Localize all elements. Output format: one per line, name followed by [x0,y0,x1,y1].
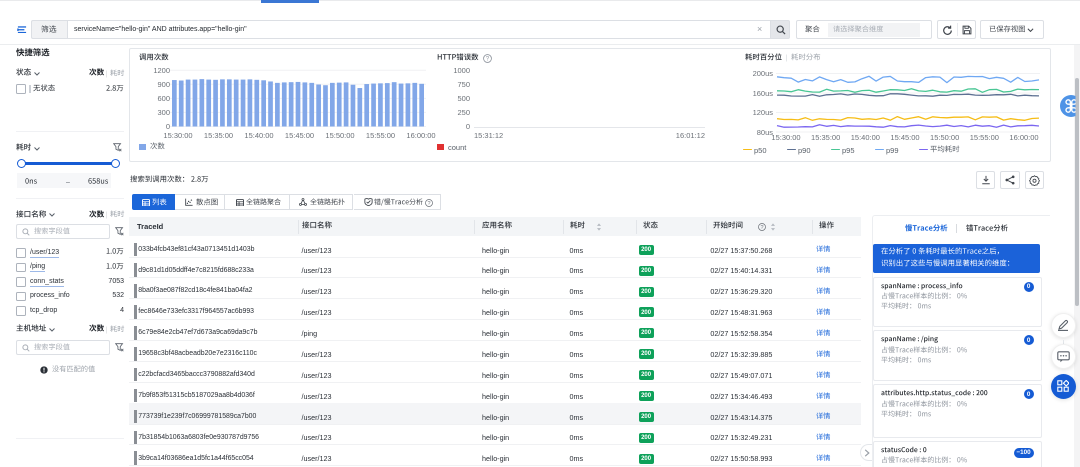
svg-text:?: ? [427,200,430,206]
svg-text:?: ? [760,224,763,230]
svg-text:?: ? [486,56,490,63]
